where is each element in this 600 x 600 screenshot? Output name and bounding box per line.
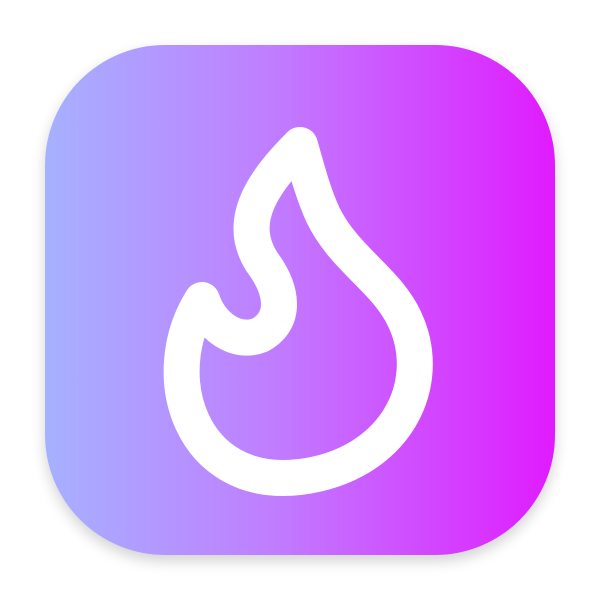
flame-icon (163, 127, 433, 496)
app-icon-tile[interactable] (45, 45, 555, 555)
icon-canvas (0, 0, 600, 600)
